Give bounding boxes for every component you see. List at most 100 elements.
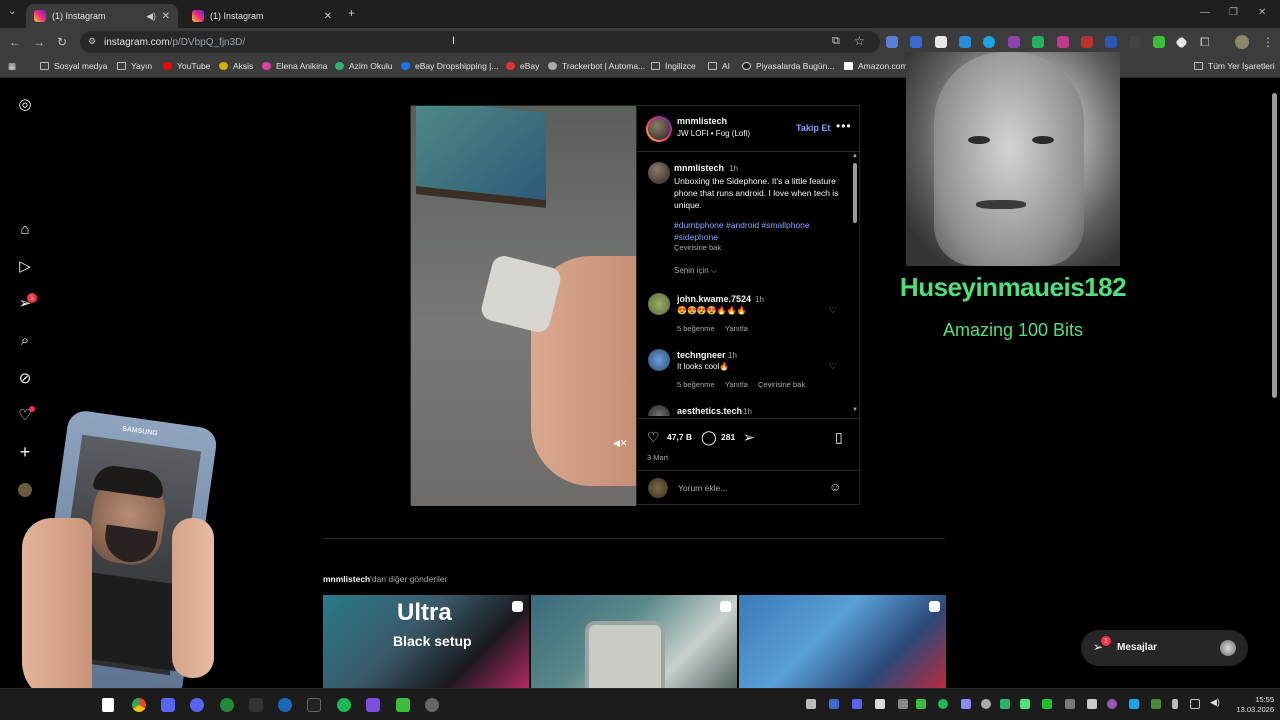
tray-icon[interactable] (981, 699, 991, 709)
bookmark-folder[interactable]: AI (708, 61, 730, 71)
reply-link[interactable]: Yanıtla (725, 324, 748, 333)
comment-input[interactable]: Yorum ekle... (678, 483, 727, 493)
tray-icon[interactable] (806, 699, 816, 709)
microphone-icon[interactable] (1172, 699, 1178, 709)
steam-icon[interactable] (278, 698, 292, 712)
site-info-icon[interactable]: ⚙ (88, 36, 96, 47)
caption-hashtags[interactable]: #dumbphone #android #smallphone #sidepho… (674, 219, 839, 243)
extension-icon[interactable] (983, 36, 995, 48)
tray-icon[interactable] (916, 699, 926, 709)
home-icon[interactable]: ⌂ (16, 220, 34, 238)
tray-icon[interactable] (938, 699, 948, 709)
tray-icon[interactable] (829, 699, 839, 709)
system-clock[interactable]: 15:55 13.03.2026 (1228, 695, 1274, 715)
spotify-icon[interactable] (337, 698, 351, 712)
extension-icon[interactable] (1153, 36, 1165, 48)
tray-icon[interactable] (1000, 699, 1010, 709)
tab-search-button[interactable]: ⌄ (8, 6, 16, 17)
tray-icon[interactable] (1129, 699, 1139, 709)
extensions-puzzle-icon[interactable]: ⧠ (1200, 35, 1210, 50)
like-comment-icon[interactable]: ♡ (829, 361, 837, 372)
comment-username[interactable]: john.kwame.7524 (677, 294, 751, 304)
extension-icon[interactable] (1129, 36, 1141, 48)
taskbar-app-icon[interactable] (102, 698, 114, 712)
display-icon[interactable] (1190, 699, 1200, 709)
forward-icon[interactable]: → (33, 35, 45, 49)
more-post-thumbnail[interactable] (531, 595, 737, 688)
tray-icon[interactable] (1020, 699, 1030, 709)
author-avatar[interactable] (648, 118, 670, 140)
search-icon[interactable]: ⌕ (16, 331, 34, 349)
bookmark-link[interactable]: eBay Dropshipping |... (401, 61, 498, 71)
like-heart-icon[interactable]: ♡ (647, 429, 660, 446)
tab-instagram[interactable]: (1) Instagram ✕ (184, 4, 340, 28)
scroll-down-icon[interactable]: ▼ (852, 407, 858, 413)
bookmark-link[interactable]: Elena Anikina (262, 61, 328, 71)
obs-icon[interactable] (425, 698, 439, 712)
bookmark-link[interactable]: Aksis (219, 61, 253, 71)
bookmark-link[interactable]: Piyasalarda Bugün... (742, 61, 834, 71)
for-you-dropdown[interactable]: Senin için ⌵ (674, 266, 717, 276)
tray-icon[interactable] (875, 699, 885, 709)
page-scrollbar[interactable] (1270, 83, 1278, 403)
caption-avatar[interactable] (648, 162, 670, 184)
comments-scrollbar[interactable]: ▲ ▼ (851, 153, 859, 416)
epic-games-icon[interactable] (249, 698, 263, 712)
bookmark-folder[interactable]: Sosyal medya (40, 61, 107, 71)
extension-icon[interactable] (1081, 36, 1093, 48)
comment-avatar[interactable] (648, 293, 670, 315)
apps-grid-icon[interactable]: ▦ (8, 61, 16, 72)
extension-icon[interactable] (959, 36, 971, 48)
bookmark-folder[interactable]: Yayın (117, 61, 152, 71)
maximize-icon[interactable]: ❐ (1229, 7, 1238, 18)
bookmark-link[interactable]: eBay (506, 61, 539, 71)
page-scroll-thumb[interactable] (1272, 93, 1277, 398)
bookmark-link[interactable]: Amazon.com... (844, 61, 915, 71)
see-translation-link[interactable]: Çevirisine bak (758, 380, 805, 389)
new-tab-button[interactable]: + (348, 6, 355, 20)
extension-icon[interactable] (1175, 36, 1188, 49)
taskbar-app-icon[interactable] (396, 698, 410, 712)
extension-icon[interactable] (1105, 36, 1117, 48)
comment-count[interactable]: 281 (721, 432, 735, 442)
caption-username[interactable]: mnmlistech (674, 163, 724, 173)
tab-instagram-active[interactable]: (1) Instagram ◀) ✕ (26, 4, 178, 28)
taskbar-app-icon[interactable] (161, 698, 175, 712)
browser-menu-icon[interactable]: ⋮ (1262, 35, 1274, 49)
tray-icon[interactable] (1065, 699, 1075, 709)
comment-likes[interactable]: 5 beğenme (677, 380, 715, 389)
tray-icon[interactable] (852, 699, 862, 709)
more-post-thumbnail[interactable]: Ultra Black setup (323, 595, 529, 688)
extension-icon[interactable] (910, 36, 922, 48)
explore-icon[interactable]: ⊘ (16, 369, 34, 387)
comment-username[interactable]: techngneer (677, 350, 726, 360)
instagram-logo-icon[interactable]: ◎ (16, 95, 34, 113)
share-send-icon[interactable]: ➢ (743, 429, 755, 446)
profile-avatar-icon[interactable] (1235, 35, 1249, 49)
save-bookmark-icon[interactable]: ▯ (835, 429, 843, 446)
extension-icon[interactable] (1008, 36, 1020, 48)
tray-icon[interactable] (1042, 699, 1052, 709)
tray-icon[interactable] (1107, 699, 1117, 709)
all-bookmarks-folder[interactable]: Tüm Yer İşaretleri (1194, 61, 1275, 71)
extension-icon[interactable] (935, 36, 947, 48)
more-options-icon[interactable]: ••• (836, 119, 852, 133)
emoji-icon[interactable]: ☺ (829, 480, 841, 494)
reels-icon[interactable]: ▷ (16, 257, 34, 275)
like-count[interactable]: 47,7 B (667, 432, 692, 442)
like-comment-icon[interactable]: ♡ (829, 305, 837, 316)
comment-bubble-icon[interactable]: ◯ (701, 429, 717, 446)
bookmark-link[interactable]: YouTube (163, 61, 210, 71)
extension-icon[interactable] (1032, 36, 1044, 48)
tray-icon[interactable] (961, 699, 971, 709)
xbox-icon[interactable] (220, 698, 234, 712)
tray-icon[interactable] (1151, 699, 1161, 709)
reload-icon[interactable]: ↻ (57, 35, 67, 49)
tray-icon[interactable] (1087, 699, 1097, 709)
scroll-up-icon[interactable]: ▲ (852, 153, 858, 159)
comment-username[interactable]: aesthetics.tech (677, 406, 742, 416)
audio-track[interactable]: JW LOFI • Fog (Lofi) (677, 129, 750, 138)
close-window-icon[interactable]: ✕ (1258, 7, 1266, 18)
follow-button[interactable]: Takip Et (796, 123, 830, 133)
comment-avatar[interactable] (648, 405, 670, 416)
